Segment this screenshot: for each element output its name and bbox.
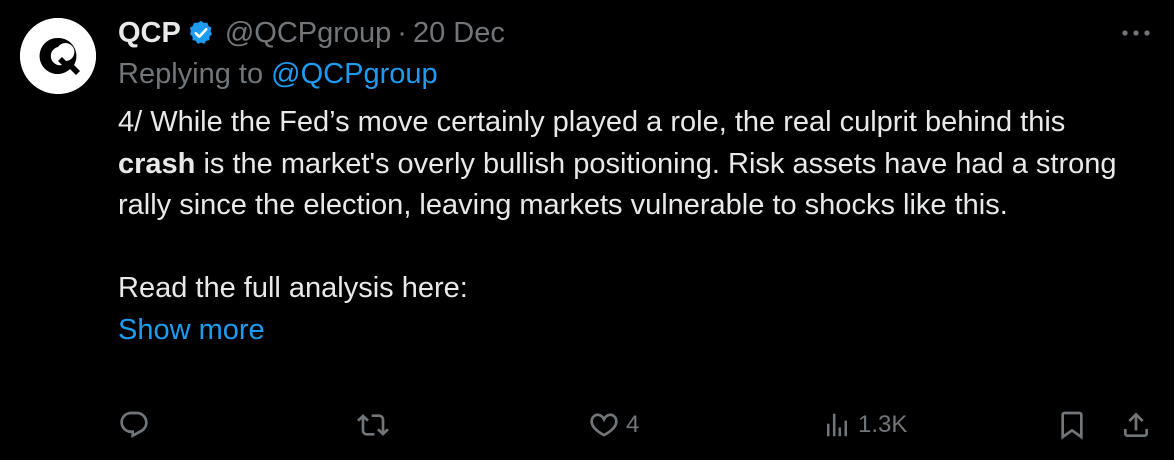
like-count: 4 <box>626 411 640 438</box>
reply-button[interactable] <box>118 400 150 450</box>
author-handle[interactable]: @QCPgroup <box>225 17 391 50</box>
avatar[interactable] <box>20 18 96 94</box>
tweet-text-line1: 4/ While the Fed’s move certainly played… <box>118 106 1066 138</box>
retweet-icon <box>357 414 389 436</box>
reply-icon <box>120 411 148 438</box>
separator-dot: · <box>397 16 407 49</box>
views-count: 1.3K <box>858 411 908 438</box>
tweet-header: QCP @QCPgroup · 20 Dec <box>118 12 505 54</box>
tweet-date[interactable]: 20 Dec <box>413 17 505 50</box>
replying-to: Replying to @QCPgroup <box>118 58 438 91</box>
views-icon <box>827 413 847 437</box>
heart-icon <box>590 413 618 437</box>
verified-badge-icon <box>187 19 215 47</box>
tweet-paragraph: 4/ While the Fed’s move certainly played… <box>118 102 1138 227</box>
qcp-logo <box>20 18 96 94</box>
tweet-text: 4/ While the Fed’s move certainly played… <box>118 102 1138 351</box>
retweet-button[interactable] <box>356 400 390 450</box>
tweet-read-more-text: Read the full analysis here: <box>118 272 468 304</box>
views-button[interactable]: 1.3K <box>822 400 907 450</box>
tweet-text-bold: crash <box>118 147 196 180</box>
bookmark-button[interactable] <box>1056 400 1088 450</box>
replying-mention-link[interactable]: @QCPgroup <box>271 58 437 90</box>
action-bar: 4 1.3K <box>0 400 1174 450</box>
more-icon[interactable] <box>1118 18 1154 48</box>
author-name[interactable]: QCP <box>118 17 181 50</box>
like-button[interactable]: 4 <box>588 400 639 450</box>
bookmark-icon <box>1061 411 1083 440</box>
tweet-text-rest: is the market's overly bullish positioni… <box>118 147 1117 222</box>
replying-prefix: Replying to <box>118 58 272 90</box>
share-icon <box>1124 412 1148 437</box>
share-button[interactable] <box>1120 400 1152 450</box>
show-more-link[interactable]: Show more <box>118 314 265 346</box>
tweet: QCP @QCPgroup · 20 Dec Replying to @QCPg… <box>0 0 1174 460</box>
